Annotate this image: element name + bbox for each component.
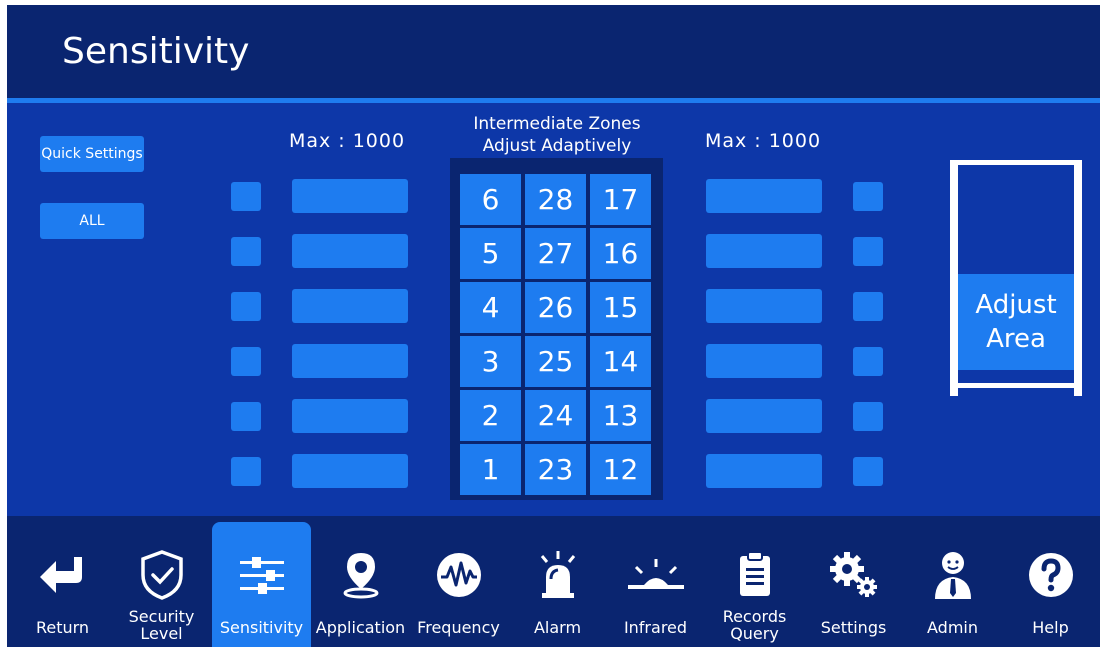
admin-person-icon	[903, 550, 1002, 600]
right-zone-select-17[interactable]	[853, 182, 883, 211]
sliders-icon	[212, 550, 311, 600]
adjust-frame-right	[1074, 160, 1082, 396]
left-sensitivity-field-6[interactable]	[292, 179, 408, 213]
adjust-frame-top	[950, 160, 1082, 165]
zone-cell[interactable]: 25	[525, 336, 586, 387]
nav-label-records-query: Records Query	[705, 608, 804, 642]
zone-cell[interactable]: 24	[525, 390, 586, 441]
right-sensitivity-field-15[interactable]	[706, 289, 822, 323]
zone-cell[interactable]: 28	[525, 174, 586, 225]
left-zone-select-1[interactable]	[231, 457, 261, 486]
location-pin-icon	[311, 550, 410, 600]
left-sensitivity-field-1[interactable]	[292, 454, 408, 488]
nav-label-level: Level	[140, 624, 183, 643]
zone-cell[interactable]: 14	[590, 336, 651, 387]
zone-cell[interactable]: 12	[590, 444, 651, 495]
nav-label-records: Records	[722, 607, 787, 626]
left-zone-select-2[interactable]	[231, 402, 261, 431]
right-sensitivity-field-16[interactable]	[706, 234, 822, 268]
zone-cell[interactable]: 1	[460, 444, 521, 495]
all-button[interactable]: ALL	[40, 203, 144, 239]
zone-cell[interactable]: 2	[460, 390, 521, 441]
zone-title-line1: Intermediate Zones	[473, 114, 641, 134]
nav-label-sensitivity: Sensitivity	[219, 618, 304, 637]
siren-icon	[508, 550, 607, 600]
zone-cell[interactable]: 23	[525, 444, 586, 495]
nav-label-security: Security	[128, 607, 195, 626]
zone-cell[interactable]: 15	[590, 282, 651, 333]
right-zone-select-13[interactable]	[853, 402, 883, 431]
nav-infrared[interactable]: Infrared	[606, 516, 705, 647]
nav-label-help: Help	[1032, 618, 1069, 637]
main-panel: Quick Settings ALL Max : 1000 Max : 1000…	[7, 103, 1100, 516]
nav-alarm[interactable]: Alarm	[508, 516, 607, 647]
zone-cell[interactable]: 17	[590, 174, 651, 225]
zone-cell[interactable]: 26	[525, 282, 586, 333]
zone-title-line2: Adjust Adaptively	[482, 136, 632, 156]
right-sensitivity-field-14[interactable]	[706, 344, 822, 378]
left-sensitivity-field-2[interactable]	[292, 399, 408, 433]
right-zone-select-12[interactable]	[853, 457, 883, 486]
left-sensitivity-field-5[interactable]	[292, 234, 408, 268]
zone-cell[interactable]: 13	[590, 390, 651, 441]
nav-application[interactable]: Application	[311, 516, 410, 647]
nav-label-settings: Settings	[820, 618, 887, 637]
return-icon	[13, 550, 112, 600]
right-zone-select-15[interactable]	[853, 292, 883, 321]
waveform-icon	[409, 550, 508, 600]
nav-settings[interactable]: Settings	[804, 516, 903, 647]
nav-label-frequency: Frequency	[417, 618, 500, 637]
nav-security-level[interactable]: Security Level	[112, 516, 211, 647]
zone-cell[interactable]: 3	[460, 336, 521, 387]
nav-help[interactable]: Help	[1001, 516, 1100, 647]
nav-label-query: Query	[730, 624, 779, 643]
left-zone-select-4[interactable]	[231, 292, 261, 321]
adjust-area-frame[interactable]: Adjust Area	[950, 160, 1082, 396]
nav-label-alarm: Alarm	[533, 618, 582, 637]
page-title: Sensitivity	[62, 31, 250, 72]
bottom-nav: Return Security Level Sensitivity Applic…	[7, 516, 1100, 647]
left-max-label: Max : 1000	[288, 130, 406, 152]
adjust-area-label-line1: Adjust	[975, 290, 1057, 320]
adjust-frame-left	[950, 160, 958, 396]
right-zone-select-16[interactable]	[853, 237, 883, 266]
nav-label-return: Return	[35, 618, 90, 637]
right-sensitivity-field-12[interactable]	[706, 454, 822, 488]
adjust-frame-bottom	[950, 383, 1082, 388]
nav-admin[interactable]: Admin	[903, 516, 1002, 647]
adjust-area-label-line2: Area	[986, 324, 1046, 354]
left-zone-select-3[interactable]	[231, 347, 261, 376]
nav-records-query[interactable]: Records Query	[705, 516, 804, 647]
zone-cell[interactable]: 27	[525, 228, 586, 279]
right-sensitivity-field-13[interactable]	[706, 399, 822, 433]
zone-cell[interactable]: 5	[460, 228, 521, 279]
zone-cell[interactable]: 6	[460, 174, 521, 225]
shield-check-icon	[112, 550, 211, 600]
right-sensitivity-field-17[interactable]	[706, 179, 822, 213]
nav-label-application: Application	[315, 618, 406, 637]
left-sensitivity-field-4[interactable]	[292, 289, 408, 323]
right-max-label: Max : 1000	[704, 130, 822, 152]
zone-cell[interactable]: 4	[460, 282, 521, 333]
left-sensitivity-field-3[interactable]	[292, 344, 408, 378]
left-zone-select-5[interactable]	[231, 237, 261, 266]
zone-cell[interactable]: 16	[590, 228, 651, 279]
nav-label-security-level: Security Level	[112, 608, 211, 642]
header-bar: Sensitivity	[7, 5, 1100, 98]
nav-return[interactable]: Return	[13, 516, 112, 647]
nav-label-admin: Admin	[927, 618, 978, 637]
gears-icon	[804, 550, 903, 600]
nav-sensitivity[interactable]: Sensitivity	[212, 522, 311, 647]
left-zone-select-6[interactable]	[231, 182, 261, 211]
right-zone-select-14[interactable]	[853, 347, 883, 376]
nav-frequency[interactable]: Frequency	[409, 516, 508, 647]
adjust-area-label: Adjust Area	[958, 288, 1074, 356]
nav-label-infrared: Infrared	[623, 618, 688, 637]
clipboard-icon	[705, 550, 804, 600]
app-window: Sensitivity Quick Settings ALL Max : 100…	[7, 5, 1100, 647]
quick-settings-button[interactable]: Quick Settings	[40, 136, 144, 172]
help-icon	[1001, 550, 1100, 600]
infrared-icon	[606, 550, 705, 600]
